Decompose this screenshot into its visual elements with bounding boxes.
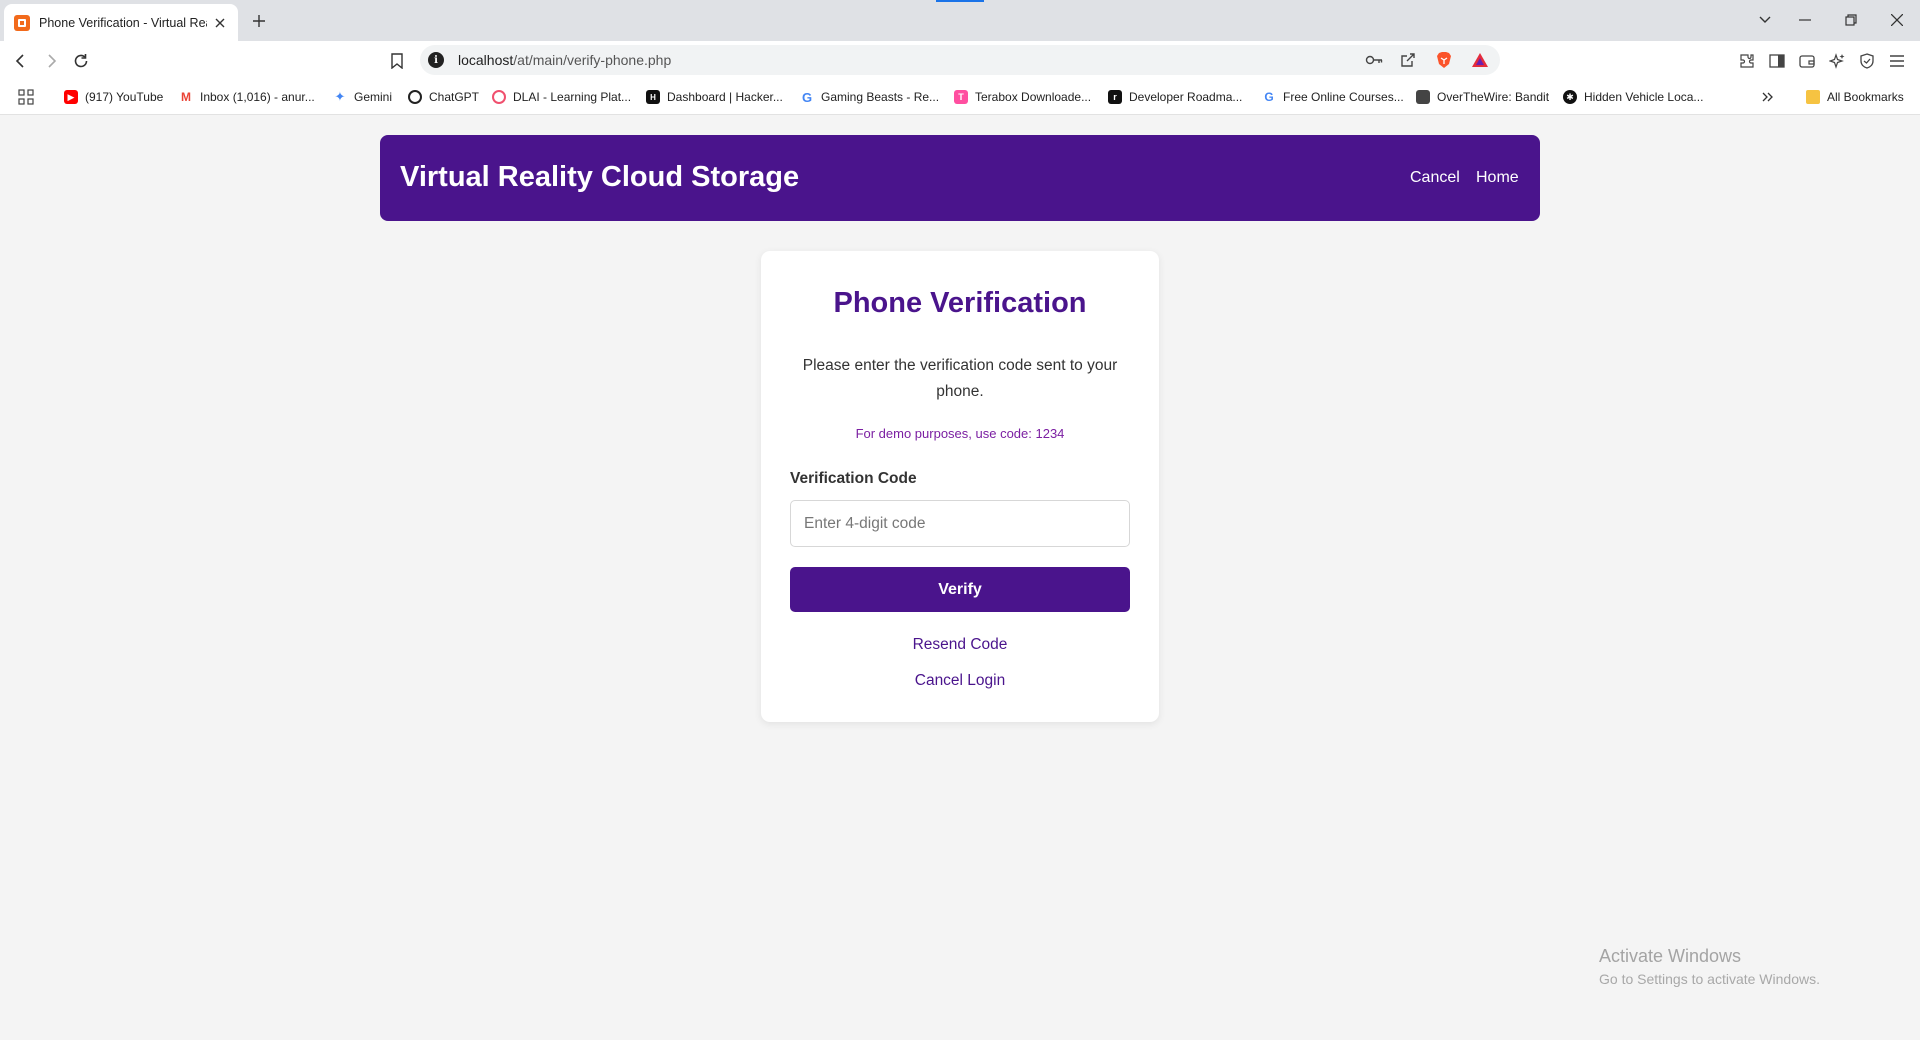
windows-activation-watermark: Activate Windows Go to Settings to activ… <box>1599 946 1820 987</box>
vehicle-icon: ✱ <box>1563 90 1577 104</box>
url-host: localhost <box>458 52 514 68</box>
nav-home-link[interactable]: Home <box>1476 169 1519 187</box>
wallet-icon[interactable] <box>1794 48 1820 74</box>
gmail-icon: M <box>179 90 193 104</box>
bookmark-chatgpt[interactable]: ChatGPT <box>408 87 479 107</box>
menu-hamburger-icon[interactable] <box>1884 48 1910 74</box>
xampp-favicon-icon <box>14 14 30 31</box>
watermark-title: Activate Windows <box>1599 946 1742 966</box>
bookmark-label: Hidden Vehicle Loca... <box>1584 90 1704 104</box>
address-bar[interactable]: i localhost/at/main/verify-phone.php <box>420 45 1500 75</box>
window-close-icon[interactable] <box>1884 8 1910 32</box>
hackerrank-icon: H <box>646 90 660 104</box>
bookmark-label: (917) YouTube <box>85 90 164 104</box>
password-key-icon[interactable] <box>1364 50 1384 70</box>
terabox-icon: T <box>954 90 968 104</box>
tab-search-chevron-icon[interactable] <box>1752 8 1778 32</box>
minimize-icon[interactable] <box>1792 8 1818 32</box>
verification-code-input[interactable] <box>790 500 1130 547</box>
verify-button[interactable]: Verify <box>790 567 1130 612</box>
reload-icon[interactable] <box>68 48 94 74</box>
site-info-icon[interactable]: i <box>428 52 444 68</box>
cancel-login-link[interactable]: Cancel Login <box>761 672 1159 690</box>
bookmark-label: Developer Roadma... <box>1129 90 1243 104</box>
tab-active[interactable]: Phone Verification - Virtual Rea <box>4 4 238 41</box>
bookmark-overthewire[interactable]: OverTheWire: Bandit <box>1416 87 1549 107</box>
bookmark-dlai[interactable]: DLAI - Learning Plat... <box>492 87 631 107</box>
brave-shields-icon[interactable] <box>1434 50 1454 70</box>
vpn-shield-icon[interactable] <box>1854 48 1880 74</box>
tab-strip: Phone Verification - Virtual Rea <box>0 0 1920 41</box>
tab-strip-accent <box>936 0 984 2</box>
tab-title: Phone Verification - Virtual Rea <box>39 15 207 30</box>
forward-arrow-icon[interactable] <box>38 48 64 74</box>
bookmark-hackerrank[interactable]: H Dashboard | Hacker... <box>646 87 783 107</box>
overthewire-icon <box>1416 90 1430 104</box>
restore-icon[interactable] <box>1838 8 1864 32</box>
bookmark-label: Gaming Beasts - Re... <box>821 90 940 104</box>
instructions-text: Please enter the verification code sent … <box>802 357 1118 400</box>
bookmark-label: ChatGPT <box>429 90 480 104</box>
page-title: Phone Verification <box>833 287 1087 319</box>
bookmark-terabox[interactable]: T Terabox Downloade... <box>954 87 1091 107</box>
bookmark-gaming-beasts[interactable]: G Gaming Beasts - Re... <box>800 87 939 107</box>
bookmarks-bar: ▶ (917) YouTube M Inbox (1,016) - anur... … <box>0 79 1920 115</box>
bookmark-label: OverTheWire: Bandit <box>1437 90 1550 104</box>
chatgpt-icon <box>408 90 422 104</box>
watermark-subtitle: Go to Settings to activate Windows. <box>1599 971 1820 987</box>
bookmark-label: Dashboard | Hacker... <box>667 90 783 104</box>
bookmark-label: Free Online Courses... <box>1283 90 1404 104</box>
url-path: /at/main/verify-phone.php <box>513 52 672 68</box>
brave-rewards-icon[interactable] <box>1470 50 1490 70</box>
nav-cancel-link[interactable]: Cancel <box>1410 169 1460 187</box>
folder-icon <box>1806 90 1820 104</box>
bookmark-roadmap[interactable]: r Developer Roadma... <box>1108 87 1242 107</box>
new-tab-button[interactable] <box>248 10 270 32</box>
demo-code-note: For demo purposes, use code: 1234 <box>855 426 1065 441</box>
all-bookmarks-label: All Bookmarks <box>1827 90 1904 104</box>
extensions-icon[interactable] <box>1734 48 1760 74</box>
share-icon[interactable] <box>1398 50 1418 70</box>
verification-code-label: Verification Code <box>790 470 917 487</box>
site-header: Virtual Reality Cloud Storage Cancel Hom… <box>380 135 1540 221</box>
sidebar-icon[interactable] <box>1764 48 1790 74</box>
site-title: Virtual Reality Cloud Storage <box>400 161 800 193</box>
google-icon: G <box>800 89 814 105</box>
bookmark-label: Gemini <box>354 90 393 104</box>
back-arrow-icon[interactable] <box>8 48 34 74</box>
bookmarks-overflow-icon[interactable] <box>1762 87 1774 107</box>
all-bookmarks[interactable]: All Bookmarks <box>1806 87 1904 107</box>
bookmark-icon[interactable] <box>384 48 410 74</box>
leo-ai-icon[interactable] <box>1824 48 1850 74</box>
url-text[interactable]: localhost/at/main/verify-phone.php <box>458 52 671 68</box>
bookmark-hidden-vehicle[interactable]: ✱ Hidden Vehicle Loca... <box>1563 87 1703 107</box>
apps-grid-icon[interactable] <box>18 87 34 107</box>
browser-toolbar: i localhost/at/main/verify-phone.php <box>0 41 1920 79</box>
bookmark-gemini[interactable]: ✦ Gemini <box>333 87 392 107</box>
bookmark-label: Inbox (1,016) - anur... <box>200 90 315 104</box>
bookmark-youtube[interactable]: ▶ (917) YouTube <box>64 87 163 107</box>
gemini-icon: ✦ <box>333 89 347 104</box>
bookmark-label: Terabox Downloade... <box>975 90 1092 104</box>
roadmap-icon: r <box>1108 90 1122 104</box>
bookmark-free-courses[interactable]: G Free Online Courses... <box>1262 87 1404 107</box>
close-icon[interactable] <box>212 15 228 31</box>
google-g-icon: G <box>1262 90 1276 104</box>
bookmark-label: DLAI - Learning Plat... <box>513 90 632 104</box>
youtube-icon: ▶ <box>64 90 78 104</box>
verification-card: Phone Verification Please enter the veri… <box>761 251 1159 722</box>
bookmark-gmail[interactable]: M Inbox (1,016) - anur... <box>179 87 315 107</box>
dlai-icon <box>492 90 506 104</box>
resend-code-link[interactable]: Resend Code <box>761 636 1159 654</box>
